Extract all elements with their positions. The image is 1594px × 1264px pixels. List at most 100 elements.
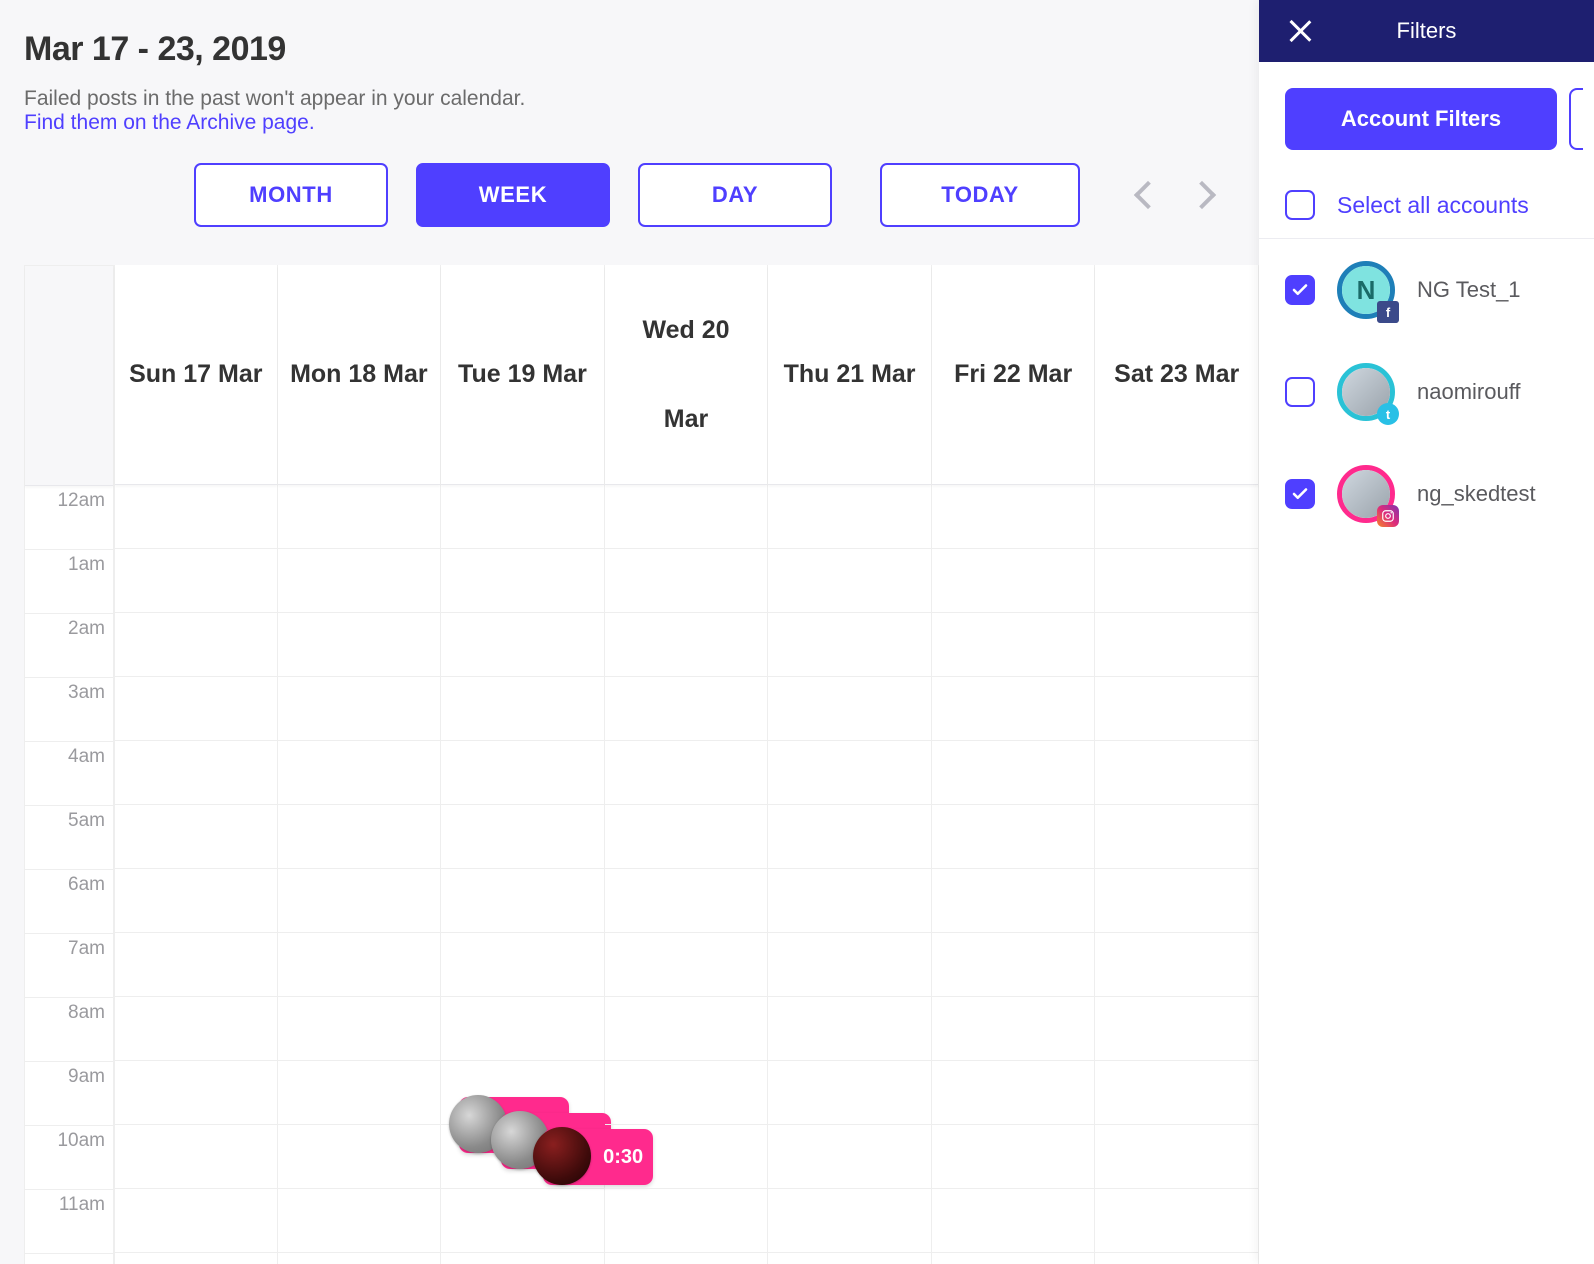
hour-cell[interactable] (1095, 549, 1258, 613)
hour-cell[interactable] (278, 1125, 441, 1189)
next-week-icon[interactable] (1188, 181, 1216, 209)
account-checkbox[interactable] (1285, 479, 1315, 509)
hour-cell[interactable] (441, 741, 604, 805)
hour-cell[interactable] (441, 485, 604, 549)
hour-cell[interactable] (115, 677, 277, 741)
hour-cell[interactable] (1095, 805, 1258, 869)
account-filters-button[interactable]: Account Filters (1285, 88, 1557, 150)
hour-cell[interactable] (1095, 741, 1258, 805)
hour-cell[interactable] (278, 677, 441, 741)
hour-cell[interactable] (605, 1189, 768, 1253)
hour-cell[interactable] (278, 549, 441, 613)
hour-cell[interactable] (605, 741, 768, 805)
hour-cell[interactable] (441, 805, 604, 869)
avatar[interactable]: Nf (1337, 261, 1395, 319)
account-checkbox[interactable] (1285, 377, 1315, 407)
hour-cell[interactable] (932, 485, 1095, 549)
select-all-checkbox[interactable] (1285, 190, 1315, 220)
hour-cell[interactable] (605, 869, 768, 933)
hour-cell[interactable] (768, 677, 931, 741)
hour-cell[interactable] (115, 613, 277, 677)
hour-cell[interactable] (441, 677, 604, 741)
hour-cell[interactable] (768, 1061, 931, 1125)
close-icon[interactable] (1287, 18, 1313, 44)
hour-cell[interactable] (768, 741, 931, 805)
hour-cell[interactable] (1095, 1189, 1258, 1253)
hour-cell[interactable] (115, 1125, 277, 1189)
hour-cell[interactable] (932, 677, 1095, 741)
event-thumbnail[interactable] (533, 1127, 591, 1185)
select-all-label[interactable]: Select all accounts (1337, 192, 1529, 219)
hour-cell[interactable] (278, 805, 441, 869)
hour-cell[interactable] (932, 933, 1095, 997)
hour-cell[interactable] (768, 933, 931, 997)
hour-cell[interactable] (278, 1189, 441, 1253)
hour-cell[interactable] (441, 1189, 604, 1253)
hour-cell[interactable] (768, 613, 931, 677)
hour-cell[interactable] (441, 933, 604, 997)
today-button[interactable]: TODAY (880, 163, 1080, 227)
hour-cell[interactable] (605, 805, 768, 869)
hour-cell[interactable] (768, 485, 931, 549)
hour-cell[interactable] (605, 613, 768, 677)
hour-cell[interactable] (441, 869, 604, 933)
hour-cell[interactable] (605, 1061, 768, 1125)
view-week-button[interactable]: WEEK (416, 163, 610, 227)
hour-cell[interactable] (768, 805, 931, 869)
filter-tab-peek[interactable] (1569, 88, 1583, 150)
account-checkbox[interactable] (1285, 275, 1315, 305)
hour-cell[interactable] (932, 741, 1095, 805)
hour-cell[interactable] (115, 997, 277, 1061)
hour-cell[interactable] (932, 1189, 1095, 1253)
hour-cell[interactable] (932, 1061, 1095, 1125)
hour-cell[interactable] (115, 1189, 277, 1253)
hour-cell[interactable] (768, 997, 931, 1061)
prev-week-icon[interactable] (1134, 181, 1162, 209)
hour-cell[interactable] (441, 997, 604, 1061)
hour-cell[interactable] (605, 549, 768, 613)
hour-cell[interactable] (115, 869, 277, 933)
hour-cell[interactable] (605, 485, 768, 549)
hour-cell[interactable] (932, 549, 1095, 613)
hour-cell[interactable] (278, 741, 441, 805)
hour-cell[interactable] (278, 869, 441, 933)
view-month-button[interactable]: MONTH (194, 163, 388, 227)
hour-cell[interactable] (1095, 1125, 1258, 1189)
hour-cell[interactable] (115, 805, 277, 869)
hour-cell[interactable] (278, 1061, 441, 1125)
hour-cell[interactable] (1095, 869, 1258, 933)
avatar[interactable] (1337, 465, 1395, 523)
hour-cell[interactable] (278, 613, 441, 677)
hour-cell[interactable] (1095, 613, 1258, 677)
hour-cell[interactable] (115, 1061, 277, 1125)
hour-cell[interactable] (115, 485, 277, 549)
hour-cell[interactable] (441, 613, 604, 677)
hour-cell[interactable]: 0:30 (441, 1125, 604, 1189)
hour-cell[interactable] (605, 997, 768, 1061)
hour-cell[interactable] (441, 549, 604, 613)
hour-cell[interactable] (768, 1125, 931, 1189)
hour-cell[interactable] (278, 933, 441, 997)
hour-cell[interactable] (605, 933, 768, 997)
avatar[interactable]: t (1337, 363, 1395, 421)
hour-cell[interactable] (1095, 1061, 1258, 1125)
hour-cell[interactable] (115, 741, 277, 805)
hour-cell[interactable] (932, 805, 1095, 869)
hour-cell[interactable] (768, 869, 931, 933)
hour-cell[interactable] (932, 997, 1095, 1061)
hour-cell[interactable] (1095, 677, 1258, 741)
hour-cell[interactable] (1095, 485, 1258, 549)
hour-cell[interactable] (605, 1125, 768, 1189)
hour-cell[interactable] (768, 1189, 931, 1253)
hour-cell[interactable] (1095, 933, 1258, 997)
hour-cell[interactable] (278, 485, 441, 549)
hour-cell[interactable] (932, 1125, 1095, 1189)
hour-cell[interactable] (278, 997, 441, 1061)
hour-cell[interactable] (605, 677, 768, 741)
notice-link[interactable]: Find them on the Archive page. (24, 111, 315, 134)
hour-cell[interactable] (115, 549, 277, 613)
hour-cell[interactable] (115, 933, 277, 997)
hour-cell[interactable] (768, 549, 931, 613)
view-day-button[interactable]: DAY (638, 163, 832, 227)
hour-cell[interactable] (1095, 997, 1258, 1061)
